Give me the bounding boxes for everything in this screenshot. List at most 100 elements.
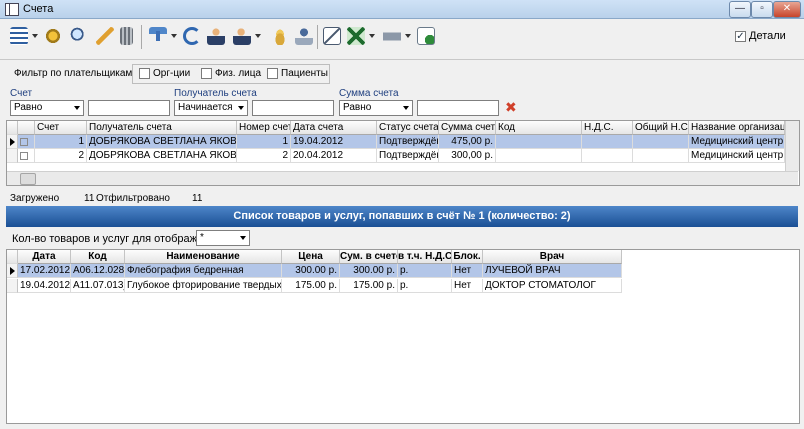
column-header[interactable]: Сумма счета	[439, 121, 496, 135]
recipient-filter-op[interactable]: Начинается	[174, 100, 248, 116]
user-cursor-icon	[207, 27, 225, 45]
window-icon	[5, 3, 19, 16]
exit-button[interactable]	[415, 25, 437, 47]
column-header[interactable]: Врач	[483, 250, 622, 264]
settings-icon	[44, 27, 62, 45]
payer-patients-checkbox[interactable]	[267, 68, 278, 79]
column-header[interactable]: Блок.	[452, 250, 483, 264]
user-info-button[interactable]	[231, 25, 261, 47]
cell-price: 175.00 р.	[282, 279, 340, 293]
details-checkbox[interactable]: ✓	[735, 31, 746, 42]
table-row[interactable]: 17.02.2012 A06.12.028_ Флебография бедренн…	[7, 264, 622, 278]
delete-button[interactable]	[116, 25, 138, 47]
loaded-label: Загружено	[10, 193, 60, 204]
cell-org: Медицинский центр	[689, 149, 785, 163]
settings-button[interactable]	[42, 25, 64, 47]
cell-recipient: ДОБРЯКОВА СВЕТЛАНА ЯКОВЛЕВНА	[87, 149, 237, 163]
toolbar: ✓ Детали	[0, 19, 804, 60]
pen-icon	[96, 27, 114, 45]
column-header[interactable]: Н.Д.С.	[582, 121, 633, 135]
accounts-horizontal-scrollbar[interactable]	[7, 171, 798, 185]
details-label: Детали	[749, 30, 786, 42]
amount-filter-input[interactable]	[417, 100, 499, 116]
restore-button[interactable]: ▫	[751, 1, 773, 18]
cell-sum: 300,00 р.	[439, 149, 496, 163]
grid-corner	[7, 121, 18, 135]
column-header[interactable]: Номер счета	[237, 121, 291, 135]
row-indicator	[7, 149, 18, 163]
column-header[interactable]: Код	[496, 121, 582, 135]
toolbar-separator	[141, 25, 142, 49]
stamp-button[interactable]	[293, 25, 315, 47]
column-header[interactable]: Цена	[282, 250, 340, 264]
payer-individual-label: Физ. лица	[215, 68, 262, 79]
cell-code	[496, 149, 582, 163]
row-mark-checkbox[interactable]	[18, 135, 35, 149]
account-filter-label: Счет	[10, 88, 33, 99]
recipient-filter-input[interactable]	[252, 100, 334, 116]
cell-date: 19.04.2012	[291, 135, 377, 149]
column-header[interactable]: Статус счета	[377, 121, 439, 135]
column-header[interactable]: в т.ч. Н.Д.С.	[398, 250, 452, 264]
user-cursor-button[interactable]	[205, 25, 227, 47]
accounts-vertical-scrollbar[interactable]	[785, 121, 799, 171]
column-header[interactable]: Счет	[35, 121, 87, 135]
user-info-icon	[233, 27, 251, 45]
cell-sum: 300.00 р.	[340, 264, 398, 278]
cell-status: Подтверждён	[377, 135, 439, 149]
trash-icon	[120, 27, 133, 45]
edit-document-button[interactable]	[321, 25, 343, 47]
filtered-count: 11	[192, 193, 203, 204]
filter-button[interactable]	[147, 25, 177, 47]
column-header[interactable]: Наименование	[125, 250, 282, 264]
account-filter-op[interactable]: Равно	[10, 100, 84, 116]
scroll-thumb[interactable]	[20, 173, 36, 185]
close-button[interactable]: ✕	[773, 1, 801, 18]
column-header[interactable]: Дата счета	[291, 121, 377, 135]
export-excel-button[interactable]	[345, 25, 375, 47]
account-filter-input[interactable]	[88, 100, 170, 116]
table-row[interactable]: 1ДОБРЯКОВА СВЕТЛАНА ЯКОВЛЕВНА119.04.2012…	[7, 135, 785, 149]
row-mark-checkbox[interactable]	[18, 149, 35, 163]
row-indicator	[7, 279, 18, 293]
edit-pen-button[interactable]	[94, 25, 116, 47]
cell-nds	[582, 135, 633, 149]
column-header[interactable]: Общий Н.С.П.	[633, 121, 689, 135]
items-grid: Дата Код Наименование Цена Сум. в счете в т.ч…	[6, 249, 800, 424]
table-row[interactable]: 19.04.2012 A11.07.013_ Глубокое фторирован…	[7, 279, 622, 293]
refresh-button[interactable]	[181, 25, 203, 47]
exit-icon	[417, 27, 435, 45]
cell-code	[496, 135, 582, 149]
edit-icon	[323, 27, 341, 45]
cell-date: 17.02.2012	[18, 264, 71, 278]
column-header[interactable]: Дата	[18, 250, 71, 264]
recipient-filter-label: Получатель счета	[174, 88, 257, 99]
row-indicator	[7, 135, 18, 149]
column-header[interactable]: Сум. в счете	[340, 250, 398, 264]
cell-doctor: ЛУЧЕВОЙ ВРАЧ	[483, 264, 622, 278]
amount-filter-op[interactable]: Равно	[339, 100, 413, 116]
coins-icon	[271, 27, 289, 45]
column-header[interactable]: Код	[71, 250, 125, 264]
cell-price: 300.00 р.	[282, 264, 340, 278]
payer-filter-group: Орг-ции Физ. лица Пациенты	[132, 64, 330, 84]
minimize-button[interactable]: —	[729, 1, 751, 18]
search-button[interactable]	[68, 25, 90, 47]
column-header[interactable]: Получатель счета	[87, 121, 237, 135]
payer-individual-checkbox[interactable]	[201, 68, 212, 79]
payer-filter-label: Фильтр по плательщикам:	[14, 68, 136, 79]
table-row[interactable]: 2ДОБРЯКОВА СВЕТЛАНА ЯКОВЛЕВНА220.04.2012…	[7, 149, 785, 163]
items-count-select[interactable]: *	[196, 230, 250, 246]
cell-nsp	[633, 135, 689, 149]
payments-button[interactable]	[269, 25, 291, 47]
cell-name: Флебография бедренная	[125, 264, 282, 278]
print-button[interactable]	[381, 25, 411, 47]
window-title: Счета	[23, 3, 54, 15]
list-button[interactable]	[8, 25, 38, 47]
column-header[interactable]: Название организации	[689, 121, 785, 135]
cell-nds	[582, 149, 633, 163]
payer-org-checkbox[interactable]	[139, 68, 150, 79]
cell-sum: 475,00 р.	[439, 135, 496, 149]
clear-filter-icon[interactable]: ✖	[505, 100, 519, 114]
cell-status: Подтверждён	[377, 149, 439, 163]
